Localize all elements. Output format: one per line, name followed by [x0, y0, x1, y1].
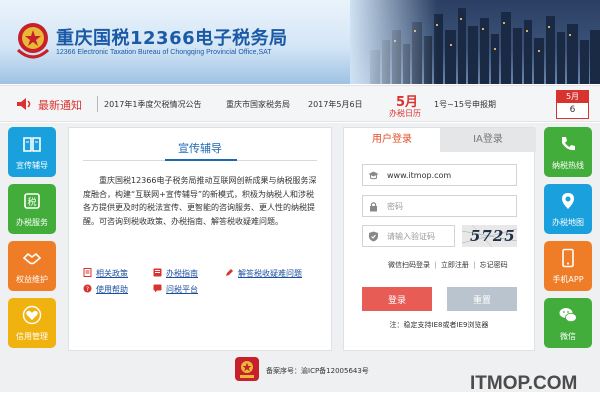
login-panel: 用户登录 IA登录 5725 微信扫码登录 | 立即注册 |: [343, 127, 536, 351]
tax-service-icon: 税: [24, 193, 40, 209]
help-icon: ?: [83, 284, 92, 293]
password-field: [362, 195, 517, 217]
city-skyline-image: [350, 0, 600, 84]
heart-icon: [22, 305, 42, 325]
notice-item-org: 重庆市国家税务局: [226, 100, 290, 109]
link-help[interactable]: ? 使用帮助: [83, 284, 128, 295]
tile-credit[interactable]: 信用管理: [8, 298, 56, 348]
date-badge-month: 5月: [557, 91, 588, 103]
notice-item-date: 2017年5月6日: [308, 100, 363, 109]
shield-icon: [369, 231, 378, 242]
captcha-field: [362, 225, 455, 247]
tile-hotline[interactable]: 纳税热线: [544, 127, 592, 177]
browser-note: 注：稳定支持IE8或者IE9浏览器: [389, 321, 489, 329]
link-label: 使用帮助: [96, 285, 128, 294]
link-tax-guide[interactable]: 办税指南: [153, 268, 198, 279]
icp-record: 备案序号：渝ICP备12005643号: [266, 367, 369, 375]
site-header: 重庆国税12366电子税务局 12366 Electronic Taxation…: [0, 0, 600, 84]
panel-divider-accent: [165, 159, 237, 161]
register-link[interactable]: 立即注册: [441, 261, 469, 269]
tile-label: 纳税热线: [552, 161, 584, 170]
edit-icon: [226, 269, 233, 276]
username-input[interactable]: [387, 168, 512, 183]
tile-label: 手机APP: [552, 275, 584, 284]
publicity-panel: 宣传辅导 重庆国税12366电子税务局推动互联网创新成果与纳税服务深度融合，构建…: [68, 127, 332, 351]
login-helper-links: 微信扫码登录 | 立即注册 | 忘记密码: [388, 260, 508, 270]
site-title: 重庆国税12366电子税务局: [56, 28, 288, 49]
panel-title: 宣传辅导: [178, 142, 222, 155]
speaker-icon: [17, 98, 31, 110]
site-subtitle: 12366 Electronic Taxation Bureau of Chon…: [56, 49, 272, 56]
link-separator: |: [434, 261, 437, 269]
login-button[interactable]: 登录: [362, 287, 432, 311]
tile-label: 信用管理: [16, 332, 48, 341]
chat-icon: [153, 284, 162, 293]
tab-ia-login[interactable]: IA登录: [440, 128, 536, 152]
notice-bar: 最新通知 2017年1季度欠税情况公告 重庆市国家税务局 2017年5月6日 5…: [0, 85, 600, 122]
map-pin-icon: [562, 193, 574, 209]
password-input[interactable]: [387, 199, 512, 214]
captcha-text: 5725: [470, 227, 516, 245]
tax-logo-icon: [235, 357, 259, 381]
tile-tax-service[interactable]: 税 办税服务: [8, 184, 56, 234]
panel-description: 重庆国税12366电子税务局推动互联网创新成果与纳税服务深度融合，构建“互联网+…: [83, 176, 317, 226]
link-label: 办税指南: [166, 269, 198, 278]
date-badge: 5月 6: [556, 90, 589, 119]
graduation-cap-icon: [368, 171, 379, 180]
tile-wechat[interactable]: 微信: [544, 298, 592, 348]
tile-publicity[interactable]: 宣传辅导: [8, 127, 56, 177]
captcha-image[interactable]: 5725: [462, 225, 517, 247]
notice-divider: [97, 96, 98, 112]
lock-icon: [370, 202, 377, 212]
document-icon: [83, 268, 92, 277]
book-icon: [23, 137, 41, 152]
forgot-password-link[interactable]: 忘记密码: [480, 261, 508, 269]
tile-label: 办税地图: [552, 218, 584, 227]
tile-label: 办税服务: [16, 218, 48, 227]
tile-label: 权益维护: [16, 275, 48, 284]
tile-label: 微信: [560, 332, 576, 341]
link-label: 解答税收疑难问题: [238, 269, 302, 278]
link-label: 问税平台: [166, 285, 198, 294]
filing-period-text: 1号~15号申报期: [434, 100, 496, 109]
tax-calendar-label[interactable]: 办税日历: [389, 108, 421, 119]
svg-text:?: ?: [86, 286, 89, 293]
username-field: [362, 164, 517, 186]
tax-emblem-icon: [16, 23, 50, 59]
wechat-scan-login-link[interactable]: 微信扫码登录: [388, 261, 430, 269]
mobile-icon: [562, 248, 574, 268]
tile-rights[interactable]: 权益维护: [8, 241, 56, 291]
tile-label: 宣传辅导: [16, 161, 48, 170]
date-badge-day: 6: [569, 105, 576, 115]
link-related-policy[interactable]: 相关政策: [83, 268, 128, 279]
link-separator: |: [473, 261, 476, 269]
tile-tax-map[interactable]: 办税地图: [544, 184, 592, 234]
notice-item-title[interactable]: 2017年1季度欠税情况公告: [104, 99, 201, 110]
guide-icon: [153, 268, 162, 277]
wechat-icon: [559, 308, 577, 323]
main-content: 宣传辅导 税 办税服务 权益维护 信用管理 宣传辅导 重庆国税12366电子税务…: [0, 123, 600, 394]
link-tax-platform[interactable]: 问税平台: [153, 284, 198, 295]
handshake-icon: [22, 252, 42, 265]
link-label: 相关政策: [96, 269, 128, 278]
latest-notice-label: 最新通知: [38, 99, 82, 112]
link-tax-questions[interactable]: 解答税收疑难问题: [225, 268, 302, 279]
captcha-input[interactable]: [387, 229, 452, 244]
tab-user-login[interactable]: 用户登录: [344, 128, 440, 152]
tile-mobile-app[interactable]: 手机APP: [544, 241, 592, 291]
svg-text:税: 税: [27, 196, 36, 208]
reset-button[interactable]: 重置: [447, 287, 517, 311]
phone-icon: [562, 137, 575, 151]
